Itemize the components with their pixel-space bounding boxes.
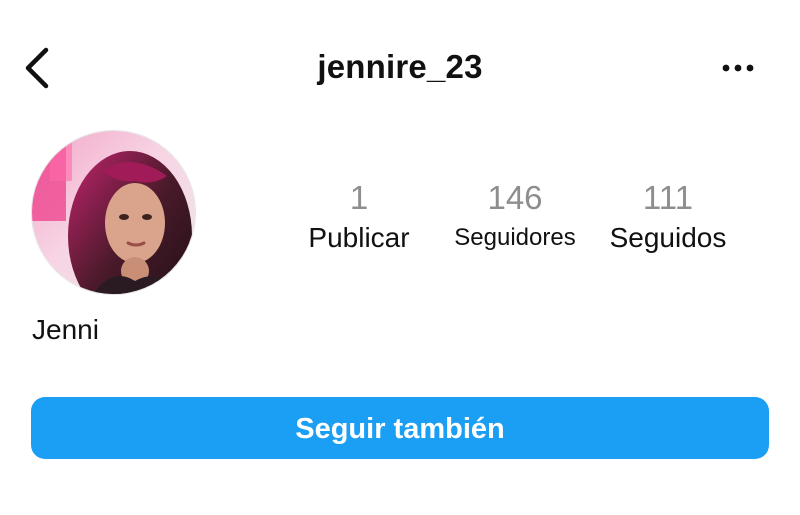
- stat-following[interactable]: 111 Seguidos: [598, 178, 738, 258]
- stat-posts[interactable]: 1 Publicar: [298, 178, 420, 258]
- following-count: 111: [642, 179, 694, 216]
- follow-back-button[interactable]: Seguir también: [31, 397, 769, 459]
- posts-label: Publicar: [308, 222, 410, 253]
- profile-header: jennire_23: [0, 0, 800, 130]
- avatar[interactable]: [31, 130, 196, 295]
- more-horizontal-icon: [722, 64, 754, 72]
- followers-count: 146: [487, 179, 543, 216]
- following-label: Seguidos: [609, 222, 727, 253]
- display-name: Jenni: [32, 314, 99, 345]
- more-options-button[interactable]: [720, 60, 756, 76]
- followers-label: Seguidores: [454, 224, 576, 251]
- stat-followers[interactable]: 146 Seguidores: [440, 178, 590, 258]
- page-title: jennire_23: [317, 48, 483, 85]
- posts-count: 1: [349, 179, 369, 216]
- profile-photo: [32, 131, 195, 294]
